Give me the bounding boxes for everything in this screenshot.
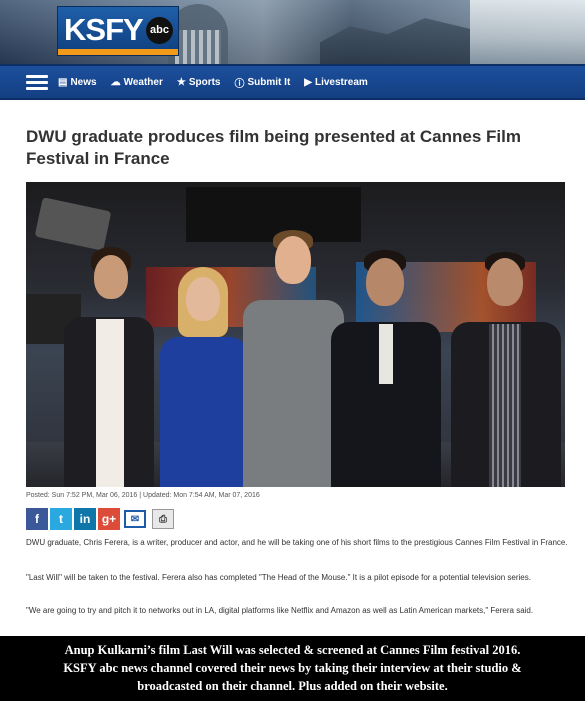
share-bar: f t in g+ ✉ ⎙ [26, 507, 176, 531]
caption-line-3: broadcasted on their channel. Plus added… [137, 679, 448, 693]
email-icon: ✉ [130, 513, 140, 525]
header-banner: KSFY abc [0, 0, 585, 64]
person-5 [451, 252, 561, 487]
facebook-icon: f [35, 512, 39, 526]
googleplus-icon: g+ [101, 512, 117, 526]
email-share-button[interactable]: ✉ [124, 510, 146, 528]
facebook-share-button[interactable]: f [26, 508, 48, 530]
waterfall-image [470, 0, 585, 64]
nav-item-label: News [70, 76, 97, 88]
video-camera-icon: ▶ [304, 76, 312, 88]
linkedin-icon: in [79, 512, 91, 526]
twitter-icon: t [59, 512, 63, 526]
nav-item-news[interactable]: ▤ News [58, 77, 97, 88]
posted-time: Posted: Sun 7:52 PM, Mar 06, 2016 [26, 492, 138, 499]
article-paragraph-3: "We are going to try and pitch it to net… [26, 606, 534, 615]
linkedin-share-button[interactable]: in [74, 508, 96, 530]
caption-line-1: Anup Kulkarni’s film Last Will was selec… [64, 643, 521, 657]
article-paragraph-2: "Last Will" will be taken to the festiva… [26, 573, 531, 582]
person-4 [331, 250, 441, 487]
cloud-icon: ☁ [110, 76, 121, 88]
nav-item-label: Livestream [314, 76, 368, 88]
nav-item-weather[interactable]: ☁ Weather [111, 77, 163, 88]
twitter-share-button[interactable]: t [50, 508, 72, 530]
printer-icon: ⎙ [159, 513, 167, 525]
person-2 [156, 267, 251, 487]
updated-time: Updated: Mon 7:54 AM, Mar 07, 2016 [143, 492, 260, 499]
abc-badge: abc [146, 17, 173, 44]
nav-item-sports[interactable]: ★ Sports [177, 77, 221, 88]
print-button[interactable]: ⎙ [152, 509, 174, 529]
caption-line-2: KSFY abc news channel covered their news… [63, 661, 522, 675]
site-logo[interactable]: KSFY abc [57, 6, 179, 56]
star-icon: ★ [176, 76, 186, 88]
nav-item-label: Sports [188, 76, 221, 88]
article-photo[interactable] [26, 182, 565, 487]
capitol-columns-image [175, 30, 221, 64]
article-headline: DWU graduate produces film being present… [26, 127, 521, 168]
studio-lamp [34, 197, 112, 251]
googleplus-share-button[interactable]: g+ [98, 508, 120, 530]
info-icon: ⓘ [234, 78, 245, 90]
main-nav: ▤ News ☁ Weather ★ Sports ⓘ Submit It ▶ … [0, 64, 585, 100]
hamburger-icon[interactable] [26, 74, 48, 90]
article-dateline: Posted: Sun 7:52 PM, Mar 06, 2016 | Upda… [26, 492, 260, 499]
article-paragraph-1: DWU graduate, Chris Ferera, is a writer,… [26, 538, 568, 547]
person-1 [64, 247, 154, 487]
nav-item-livestream[interactable]: ▶ Livestream [304, 77, 368, 88]
newspaper-icon: ▤ [58, 76, 68, 88]
nav-item-label: Submit It [247, 76, 291, 88]
logo-text: KSFY [64, 12, 144, 47]
caption-overlay: Anup Kulkarni’s film Last Will was selec… [0, 636, 585, 701]
nav-item-submit-it[interactable]: ⓘ Submit It [235, 75, 291, 90]
nav-item-label: Weather [123, 76, 163, 88]
logo-stripe [58, 49, 178, 55]
